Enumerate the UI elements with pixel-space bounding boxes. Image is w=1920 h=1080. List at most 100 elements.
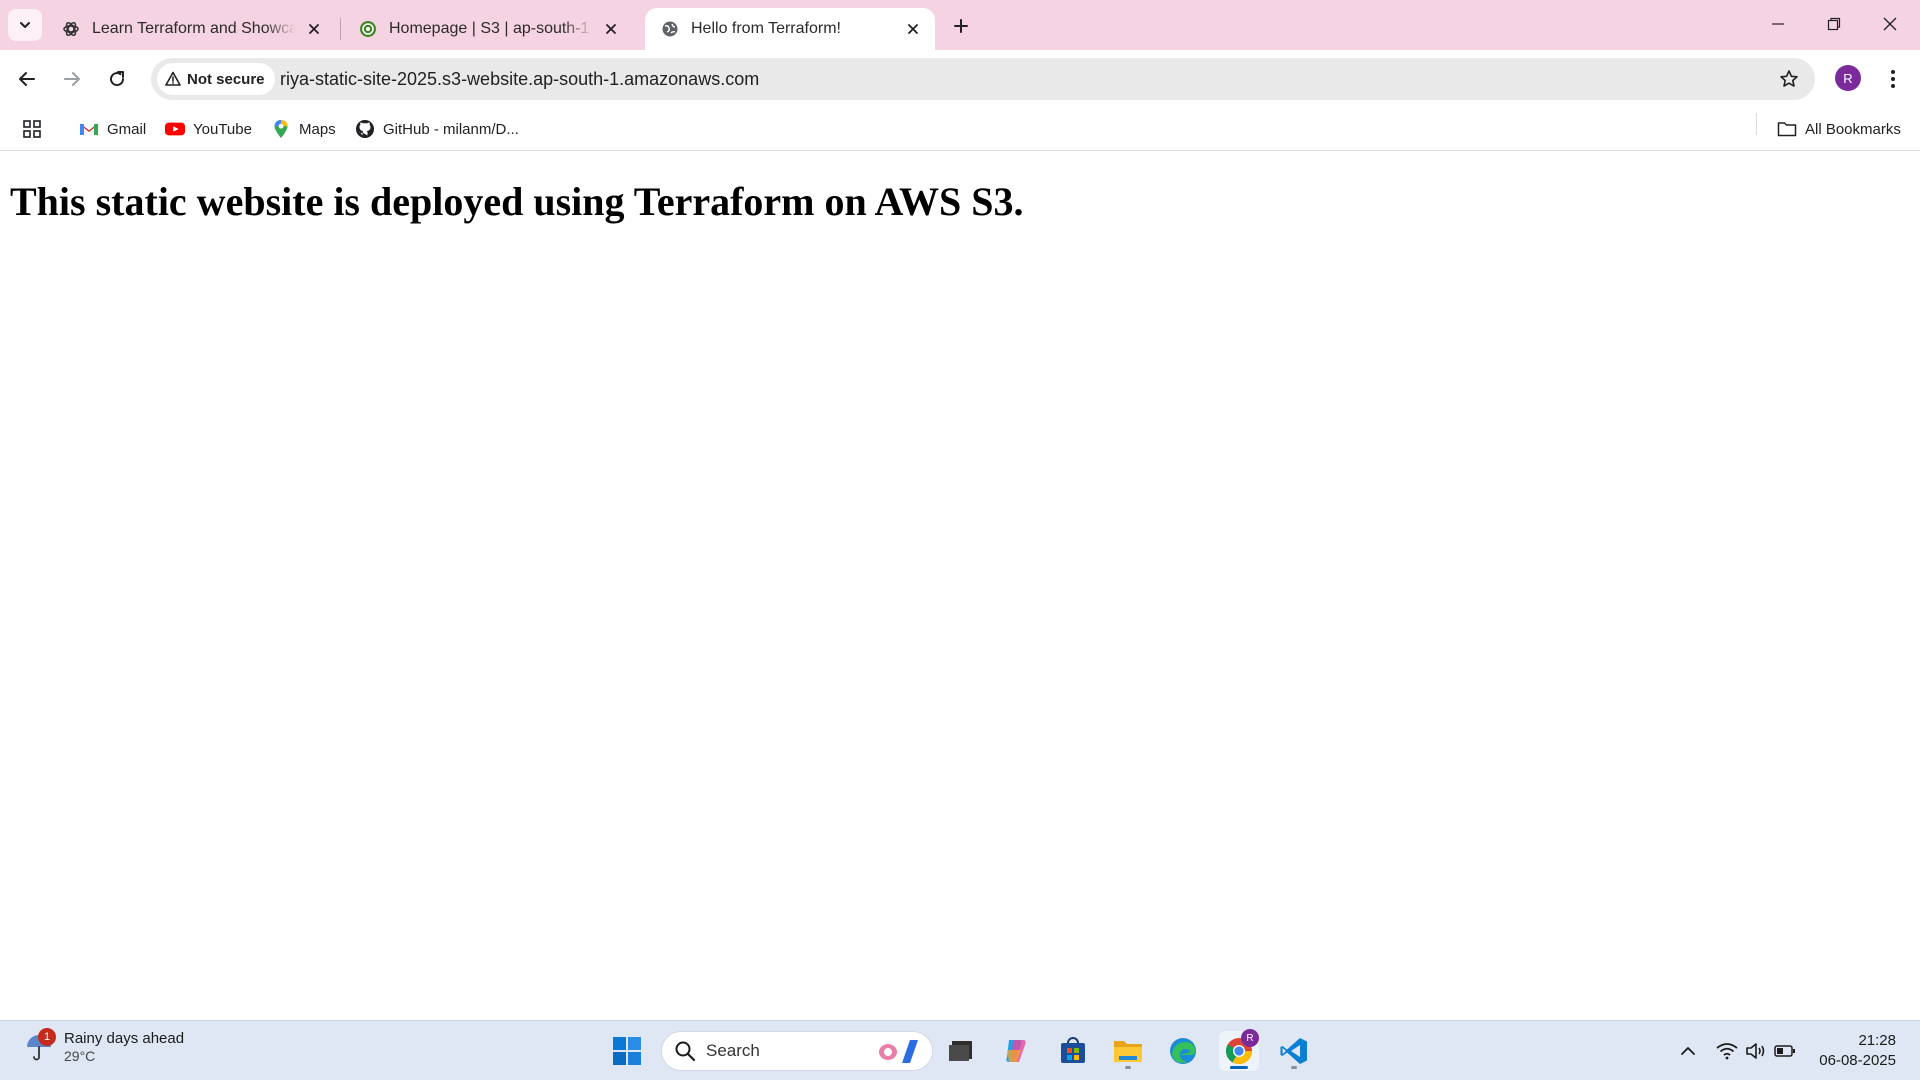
close-icon [1883, 17, 1897, 31]
weather-summary: Rainy days ahead [64, 1030, 185, 1047]
system-clock[interactable]: 21:28 06-08-2025 [1819, 1031, 1896, 1071]
umbrella-icon: 1 [24, 1027, 56, 1062]
warning-icon [165, 71, 181, 86]
forward-button[interactable] [56, 63, 88, 95]
tab-title: Hello from Terraform! [691, 20, 841, 37]
battery-status[interactable] [1774, 1039, 1796, 1063]
restore-icon [1827, 17, 1841, 31]
globe-icon [661, 20, 679, 38]
bookmarks-divider [1756, 113, 1757, 135]
gmail-icon [79, 119, 99, 139]
chevron-down-icon [20, 22, 30, 28]
bookmark-label: Gmail [107, 120, 147, 138]
running-indicator [1291, 1066, 1297, 1069]
search-icon [675, 1041, 696, 1062]
taskbar-chrome[interactable]: R [1219, 1029, 1259, 1071]
windows-logo-icon [613, 1037, 641, 1065]
github-icon [355, 119, 375, 139]
apps-grid-icon [23, 120, 41, 138]
tab-divider [340, 18, 341, 40]
security-indicator[interactable]: Not secure [157, 63, 275, 95]
running-indicator [1125, 1066, 1131, 1069]
active-indicator [1230, 1066, 1248, 1069]
youtube-icon [165, 119, 185, 139]
taskbar-search[interactable]: Search [661, 1031, 933, 1071]
taskbar: 1 Rainy days ahead 29°C Search R 21:28 0… [0, 1020, 1920, 1080]
profile-avatar[interactable]: R [1835, 65, 1861, 91]
bookmark-maps[interactable]: Maps [271, 117, 336, 141]
terminal-icon [949, 1041, 972, 1061]
aws-s3-icon [359, 20, 377, 38]
close-tab-icon[interactable] [599, 17, 623, 41]
reload-button[interactable] [101, 63, 133, 95]
copilot-icon [1006, 1040, 1026, 1062]
bookmark-star-button[interactable] [1777, 67, 1801, 91]
tab-title: Homepage | S3 | ap-south-1 [389, 20, 590, 37]
speaker-icon [1746, 1043, 1765, 1059]
browser-toolbar: Not secure riya-static-site-2025.s3-webs… [0, 50, 1920, 107]
bookmark-label: YouTube [193, 120, 252, 138]
wifi-status[interactable] [1716, 1039, 1738, 1063]
volume-status[interactable] [1745, 1039, 1767, 1063]
tab-title: Learn Terraform and Showcase Skills [92, 20, 296, 37]
search-placeholder: Search [706, 1041, 760, 1060]
notification-badge: 1 [38, 1027, 56, 1046]
taskbar-task-view[interactable] [941, 1031, 981, 1071]
store-icon [1061, 1037, 1085, 1063]
apps-button[interactable] [22, 117, 42, 141]
bookmark-label: Maps [299, 120, 336, 138]
arrow-left-icon [19, 72, 35, 86]
tab-search-button[interactable] [8, 9, 42, 41]
minimize-icon [1772, 23, 1784, 25]
chrome-profile-badge: R [1241, 1029, 1259, 1047]
maps-icon [271, 119, 291, 139]
bookmark-label: GitHub - milanm/D... [383, 120, 519, 138]
back-button[interactable] [11, 63, 43, 95]
taskbar-vscode[interactable] [1274, 1031, 1314, 1071]
close-tab-icon[interactable] [302, 17, 326, 41]
taskbar-store[interactable] [1053, 1031, 1093, 1071]
vscode-icon [1280, 1038, 1307, 1064]
reload-icon [110, 71, 125, 87]
close-tab-icon[interactable] [901, 17, 925, 41]
page-heading: This static website is deployed using Te… [10, 179, 1024, 224]
tab-learn-terraform[interactable]: Learn Terraform and Showcase Skills [46, 8, 336, 50]
edge-icon [1170, 1038, 1196, 1064]
page-viewport: This static website is deployed using Te… [0, 151, 1920, 1020]
arrow-right-icon [64, 72, 80, 86]
minimize-button[interactable] [1750, 0, 1806, 48]
address-bar[interactable]: Not secure riya-static-site-2025.s3-webs… [151, 58, 1815, 100]
bookmark-gmail[interactable]: Gmail [79, 117, 146, 141]
wifi-icon [1716, 1043, 1738, 1060]
new-tab-button[interactable] [946, 12, 976, 40]
tab-s3-homepage[interactable]: Homepage | S3 | ap-south-1 [343, 8, 633, 50]
browser-menu-button[interactable] [1878, 63, 1908, 95]
chevron-up-icon [1681, 1047, 1695, 1055]
bookmark-github[interactable]: GitHub - milanm/D... [355, 117, 519, 141]
search-highlight-icon [879, 1040, 918, 1063]
clock-time: 21:28 [1858, 1032, 1896, 1049]
taskbar-edge[interactable] [1163, 1031, 1203, 1071]
show-hidden-icons-button[interactable] [1676, 1039, 1700, 1063]
all-bookmarks-button[interactable]: All Bookmarks [1777, 117, 1901, 141]
bookmarks-bar: Gmail YouTube Maps GitHub - milanm/D... … [0, 107, 1920, 151]
tab-strip: Learn Terraform and Showcase Skills Home… [0, 0, 1920, 50]
security-label: Not secure [187, 70, 265, 88]
weather-widget[interactable]: 1 Rainy days ahead 29°C [24, 1027, 185, 1064]
restore-button[interactable] [1806, 0, 1862, 48]
star-icon [1780, 70, 1798, 87]
url-text[interactable]: riya-static-site-2025.s3-website.ap-sout… [280, 58, 759, 100]
weather-temperature: 29°C [64, 1048, 96, 1064]
start-button[interactable] [607, 1031, 647, 1071]
plus-icon [954, 19, 968, 33]
taskbar-file-explorer[interactable] [1108, 1031, 1148, 1071]
all-bookmarks-label: All Bookmarks [1805, 120, 1901, 138]
close-window-button[interactable] [1862, 0, 1918, 48]
folder-icon [1777, 119, 1797, 139]
tab-hello-from-terraform[interactable]: Hello from Terraform! [645, 8, 935, 50]
battery-icon [1774, 1045, 1795, 1057]
taskbar-copilot[interactable] [996, 1031, 1036, 1071]
folder-icon [1114, 1041, 1142, 1062]
clock-date: 06-08-2025 [1819, 1052, 1896, 1069]
bookmark-youtube[interactable]: YouTube [165, 117, 252, 141]
